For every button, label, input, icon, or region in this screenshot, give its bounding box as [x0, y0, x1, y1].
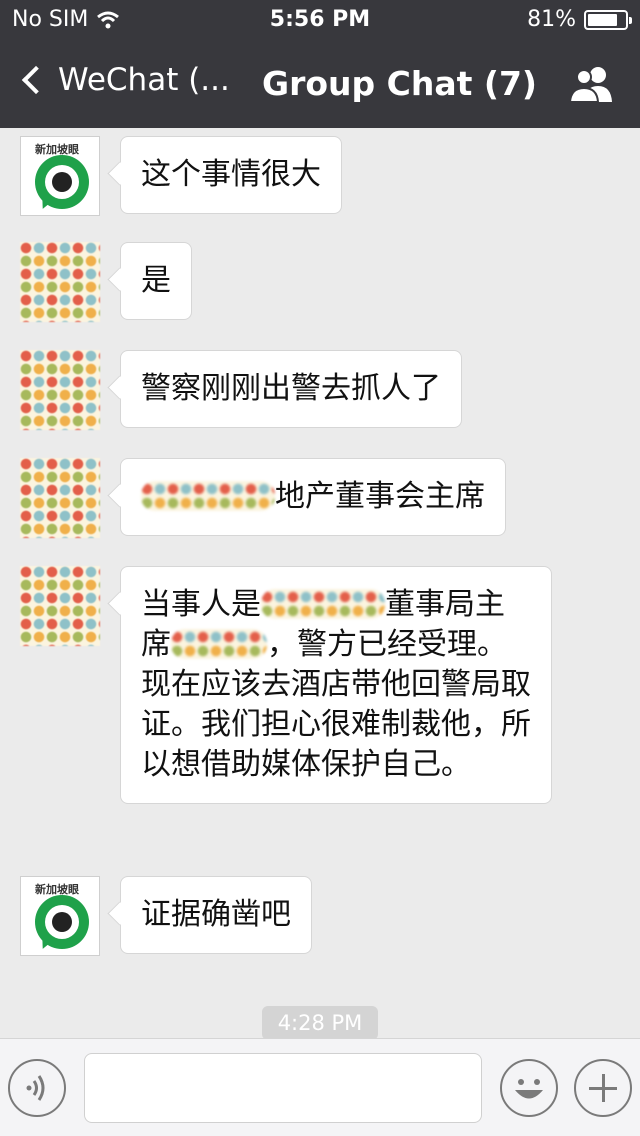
emoji-button[interactable] — [500, 1059, 558, 1117]
message-row: 新加坡眼 证据确凿吧 — [20, 876, 312, 956]
message-bubble[interactable]: 证据确凿吧 — [120, 876, 312, 954]
battery-icon — [584, 9, 632, 30]
avatar[interactable] — [20, 566, 100, 646]
message-row: 是 — [20, 242, 192, 322]
avatar[interactable] — [20, 458, 100, 538]
redacted-text — [171, 629, 267, 659]
redacted-text — [141, 481, 275, 511]
plus-icon[interactable] — [574, 1059, 632, 1117]
timestamp-label: 4:28 PM — [262, 1006, 378, 1040]
battery-fill — [588, 13, 617, 26]
nav-bar: WeChat (... Group Chat (7) — [0, 50, 640, 120]
top-bar: No SIM 5:56 PM 81% WeChat (... Group Cha… — [0, 0, 640, 128]
battery-percent: 81% — [527, 7, 576, 32]
message-text: 是 — [141, 263, 171, 298]
back-button[interactable]: WeChat (... — [18, 62, 230, 98]
message-text: 当事人是 — [141, 587, 261, 622]
input-bar — [0, 1038, 640, 1136]
voice-icon — [26, 1075, 45, 1101]
chevron-left-icon — [21, 65, 51, 95]
message-text: 警察刚刚出警去抓人了 — [141, 371, 441, 406]
emoji-icon — [515, 1079, 543, 1099]
redacted-text — [261, 589, 385, 619]
message-text: 地产董事会主席 — [275, 479, 485, 514]
message-bubble[interactable]: 是 — [120, 242, 192, 320]
avatar[interactable]: 新加坡眼 — [20, 136, 100, 216]
message-text: 证据确凿吧 — [141, 897, 291, 932]
message-row: 新加坡眼 这个事情很大 — [20, 136, 342, 216]
chat-title: Group Chat (7) — [262, 64, 538, 103]
message-text: 这个事情很大 — [141, 157, 321, 192]
avatar[interactable]: 新加坡眼 — [20, 876, 100, 956]
message-bubble[interactable]: 警察刚刚出警去抓人了 — [120, 350, 462, 428]
status-bar: No SIM 5:56 PM 81% — [0, 0, 640, 40]
message-row: 当事人是 董事局主席 ，警方已经受理。现在应该去酒店带他回警局取证。我们担心很难制裁… — [20, 566, 552, 804]
message-input[interactable] — [84, 1053, 482, 1123]
message-bubble[interactable]: 这个事情很大 — [120, 136, 342, 214]
group-members-icon[interactable] — [568, 64, 616, 104]
avatar[interactable] — [20, 350, 100, 430]
battery-status: 81% — [527, 7, 632, 32]
message-bubble[interactable]: 地产董事会主席 — [120, 458, 506, 536]
message-bubble[interactable]: 当事人是 董事局主席 ，警方已经受理。现在应该去酒店带他回警局取证。我们担心很难制裁… — [120, 566, 552, 804]
voice-button[interactable] — [8, 1059, 66, 1117]
back-label: WeChat (... — [58, 62, 230, 98]
avatar[interactable] — [20, 242, 100, 322]
message-row: 警察刚刚出警去抓人了 — [20, 350, 462, 430]
message-row: 地产董事会主席 — [20, 458, 506, 538]
